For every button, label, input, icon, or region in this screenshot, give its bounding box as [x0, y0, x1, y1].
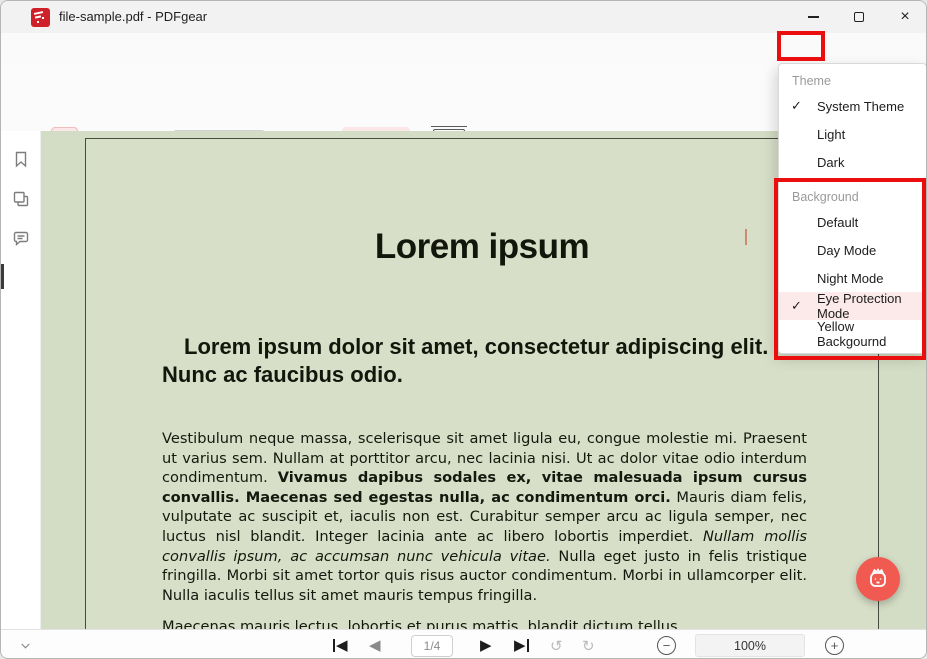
document-paragraph-clipped: Maecenas mauris lectus, lobortis et puru… — [162, 617, 807, 629]
zoom-out-button-bottom[interactable]: − — [657, 636, 676, 655]
menu-item-eye-protection-mode[interactable]: ✓ Eye Protection Mode — [779, 292, 926, 320]
maximize-button[interactable] — [836, 1, 882, 33]
zoom-value-bottom[interactable]: 100% — [695, 634, 805, 657]
rotate-page-right-button[interactable]: ↻ — [582, 630, 595, 659]
next-page-button[interactable]: ▶ — [480, 630, 492, 659]
check-icon: ✓ — [791, 298, 802, 314]
check-icon: ✓ — [791, 98, 802, 114]
theme-section-header: Theme — [779, 69, 926, 92]
page-indicator[interactable]: 1/4 — [411, 635, 453, 657]
menu-item-system-theme[interactable]: ✓ System Theme — [779, 92, 926, 120]
ai-assistant-button[interactable] — [856, 557, 900, 601]
bottom-bar: ◀ ◀ 1/4 ▶ ▶ ↺ ↻ − 100% + — [1, 629, 926, 659]
collapse-panel-button[interactable] — [18, 630, 33, 659]
theme-dropdown-menu: Theme ✓ System Theme Light Dark Backgrou… — [778, 63, 927, 354]
comments-panel-button[interactable] — [12, 230, 30, 248]
menu-item-night-mode[interactable]: Night Mode — [779, 264, 926, 292]
app-window: file-sample.pdf - PDFgear × Home Comment… — [0, 0, 927, 659]
minimize-button[interactable] — [790, 1, 836, 33]
bookmark-icon — [12, 150, 30, 168]
annotation-caret-mark — [745, 229, 747, 245]
document-subheading: Lorem ipsum dolor sit amet, consectetur … — [162, 333, 786, 389]
bookmarks-panel-button[interactable] — [12, 150, 30, 168]
window-title: file-sample.pdf - PDFgear — [59, 9, 207, 24]
menu-item-dark[interactable]: Dark — [779, 148, 926, 176]
thumbnails-panel-button[interactable] — [12, 190, 30, 208]
document-heading: Lorem ipsum — [86, 227, 878, 267]
chevron-down-icon — [18, 638, 33, 653]
previous-page-button[interactable]: ◀ — [369, 630, 381, 659]
last-page-button[interactable]: ▶ — [514, 630, 529, 659]
robot-icon — [864, 565, 892, 593]
comment-icon — [12, 230, 30, 248]
pages-icon — [12, 190, 30, 208]
pdf-page[interactable]: Lorem ipsum Lorem ipsum dolor sit amet, … — [85, 138, 879, 629]
menu-tab-row: Home Comment Edit Form Page Tools Help — [1, 33, 926, 63]
background-section-header: Background — [779, 185, 926, 208]
zoom-in-button-bottom[interactable]: + — [825, 636, 844, 655]
rotate-page-left-button[interactable]: ↺ — [550, 630, 563, 659]
close-icon: × — [900, 8, 909, 26]
close-button[interactable]: × — [882, 1, 927, 33]
left-sidebar — [1, 131, 41, 629]
menu-item-day-mode[interactable]: Day Mode — [779, 236, 926, 264]
pdfgear-app-icon — [31, 8, 50, 27]
menu-item-default[interactable]: Default — [779, 208, 926, 236]
edge-artifact — [1, 264, 4, 289]
first-page-button[interactable]: ◀ — [333, 630, 348, 659]
document-paragraph: Vestibulum neque massa, scelerisque sit … — [162, 429, 807, 605]
title-bar: file-sample.pdf - PDFgear × — [1, 1, 926, 33]
menu-item-yellow-background[interactable]: Yellow Backgournd — [779, 320, 926, 348]
menu-item-light[interactable]: Light — [779, 120, 926, 148]
